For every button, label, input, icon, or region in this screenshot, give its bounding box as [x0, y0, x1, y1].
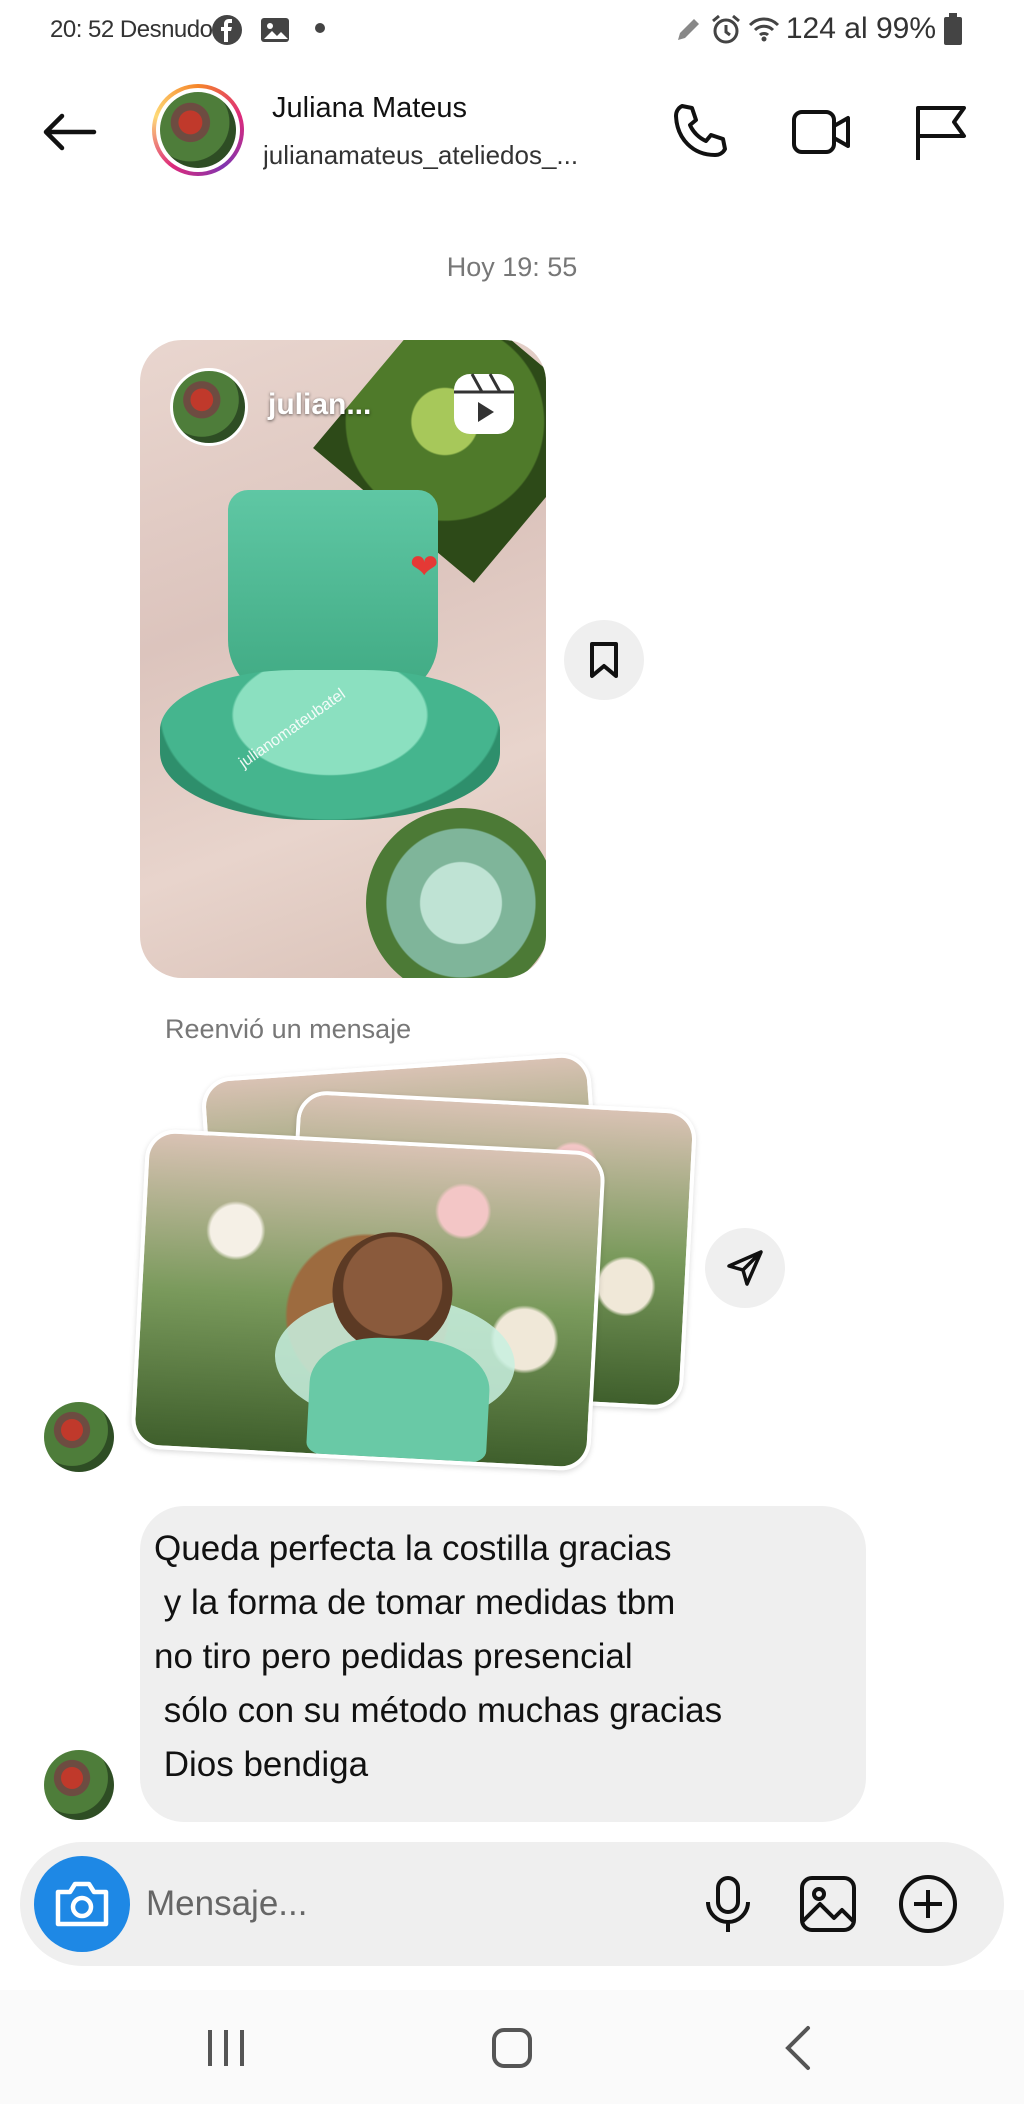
wifi-icon	[748, 17, 779, 42]
contact-name[interactable]: Juliana Mateus	[272, 92, 467, 125]
system-nav-bar	[0, 1990, 1024, 2104]
reel-circle-photo	[366, 808, 546, 978]
alarm-icon	[711, 14, 740, 44]
status-time: 20: 52 Desnudo	[50, 16, 213, 43]
flag-icon[interactable]	[908, 100, 972, 164]
video-icon[interactable]	[790, 100, 854, 164]
facebook-icon	[212, 15, 242, 45]
dot-icon	[315, 23, 325, 33]
day-stamp: Hoy 19: 55	[446, 252, 578, 282]
contact-avatar[interactable]	[152, 84, 244, 176]
shared-reel-card[interactable]: ❤ julianomateubatel julian...	[140, 340, 546, 978]
share-photos-button[interactable]	[705, 1228, 785, 1308]
message-composer	[20, 1842, 1004, 1966]
forwarded-label: Reenvió un mensaje	[165, 1014, 412, 1044]
nav-back-icon[interactable]	[768, 2016, 832, 2080]
message-line: y la forma de tomar medidas tbm	[154, 1583, 676, 1622]
save-reel-button[interactable]	[564, 620, 644, 700]
bookmark-icon	[590, 642, 618, 678]
message-bubble[interactable]: Queda perfecta la costilla gracias y la …	[140, 1506, 866, 1822]
contact-handle[interactable]: julianamateus_ateliedos_...	[263, 140, 633, 171]
message-line: sólo con su método muchas gracias	[154, 1691, 723, 1730]
stack-photo-front	[129, 1128, 607, 1472]
signal-text: 124 al 99%	[785, 12, 936, 45]
status-bar: 20: 52 Desnudo 124 al 99%	[0, 0, 1024, 60]
reel-owner-avatar	[170, 368, 248, 446]
phone-icon[interactable]	[668, 100, 732, 164]
forwarded-photo-stack[interactable]	[129, 1051, 730, 1480]
camera-icon	[55, 1881, 109, 1927]
message-line: no tiro pero pedidas presencial	[154, 1637, 633, 1676]
image-icon[interactable]	[796, 1872, 860, 1936]
send-icon	[727, 1250, 763, 1286]
sender-avatar[interactable]	[44, 1750, 114, 1820]
heart-icon: ❤	[410, 548, 439, 586]
reel-owner-name: julian...	[268, 388, 372, 421]
status-right: 124 al 99%	[674, 12, 964, 46]
recents-icon[interactable]	[194, 2016, 258, 2080]
battery-icon	[944, 13, 962, 45]
home-icon[interactable]	[480, 2016, 544, 2080]
message-input[interactable]	[146, 1870, 646, 1938]
gallery-icon	[261, 18, 289, 42]
edit-icon	[677, 19, 699, 40]
back-arrow-icon[interactable]	[36, 100, 100, 164]
microphone-icon[interactable]	[696, 1872, 760, 1936]
camera-button[interactable]	[34, 1856, 130, 1952]
sender-avatar[interactable]	[44, 1402, 114, 1472]
plus-circle-icon[interactable]	[896, 1872, 960, 1936]
message-line: Dios bendiga	[154, 1745, 369, 1784]
reel-dress-image	[228, 490, 438, 700]
message-line: Queda perfecta la costilla gracias	[154, 1529, 672, 1568]
reel-icon	[454, 373, 514, 434]
chat-header: Juliana Mateus julianamateus_ateliedos_.…	[0, 70, 1024, 190]
